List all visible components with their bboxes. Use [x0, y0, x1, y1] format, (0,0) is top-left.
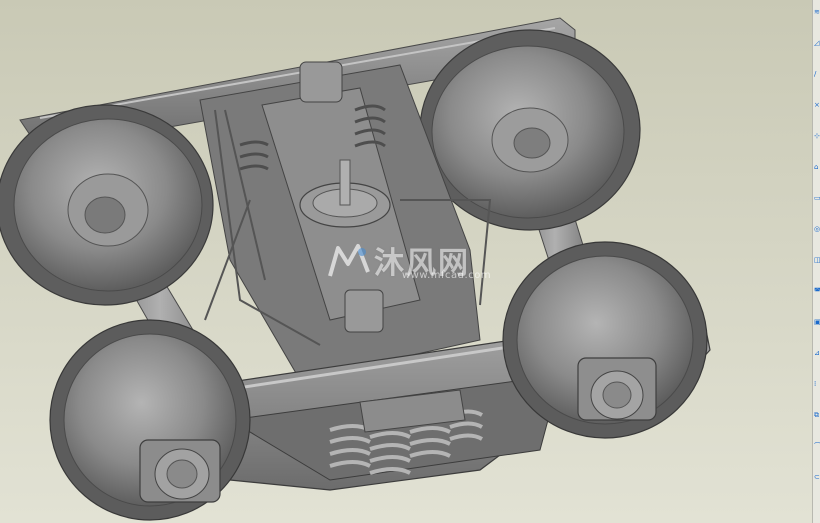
wheel-left-rear: [0, 104, 214, 306]
point-icon[interactable]: ×: [814, 101, 820, 109]
lower-spring-cap: [344, 289, 384, 333]
cad-application-window: 沐风网 www.mfcad.com ≋ ◿ / × ⊹ ⌂ ▭ ◎ ◫ ◚ ▣ ⊿ ⁞ ⧉ ⌒ ⊂: [0, 0, 820, 523]
pattern-icon[interactable]: ⁞: [814, 380, 820, 388]
revolve-icon[interactable]: ◎: [814, 225, 820, 233]
bogie-model-render[interactable]: [0, 0, 812, 523]
mirror-icon[interactable]: ⧉: [814, 411, 820, 419]
sketch-icon[interactable]: /: [814, 70, 820, 78]
merge-icon[interactable]: ⊂: [814, 473, 820, 481]
hole-icon[interactable]: ◫: [814, 256, 820, 264]
round-icon[interactable]: ◚: [814, 287, 820, 295]
datum-plane-icon[interactable]: ◿: [814, 39, 820, 47]
trim-icon[interactable]: ⌒: [814, 442, 820, 450]
top-spring-cap: [299, 61, 343, 103]
extrude-icon[interactable]: ▭: [814, 194, 820, 202]
king-pin: [339, 159, 351, 206]
analysis-icon[interactable]: ⌂: [814, 163, 820, 171]
3d-model-viewport[interactable]: [0, 0, 812, 523]
shell-icon[interactable]: ▣: [814, 318, 820, 326]
axis-icon[interactable]: ≋: [814, 8, 820, 16]
rib-icon[interactable]: ⊿: [814, 349, 820, 357]
right-feature-toolbar: ≋ ◿ / × ⊹ ⌂ ▭ ◎ ◫ ◚ ▣ ⊿ ⁞ ⧉ ⌒ ⊂: [812, 0, 820, 523]
csys-icon[interactable]: ⊹: [814, 132, 820, 140]
journal-box-left: [139, 439, 221, 503]
journal-box-right: [577, 357, 657, 421]
